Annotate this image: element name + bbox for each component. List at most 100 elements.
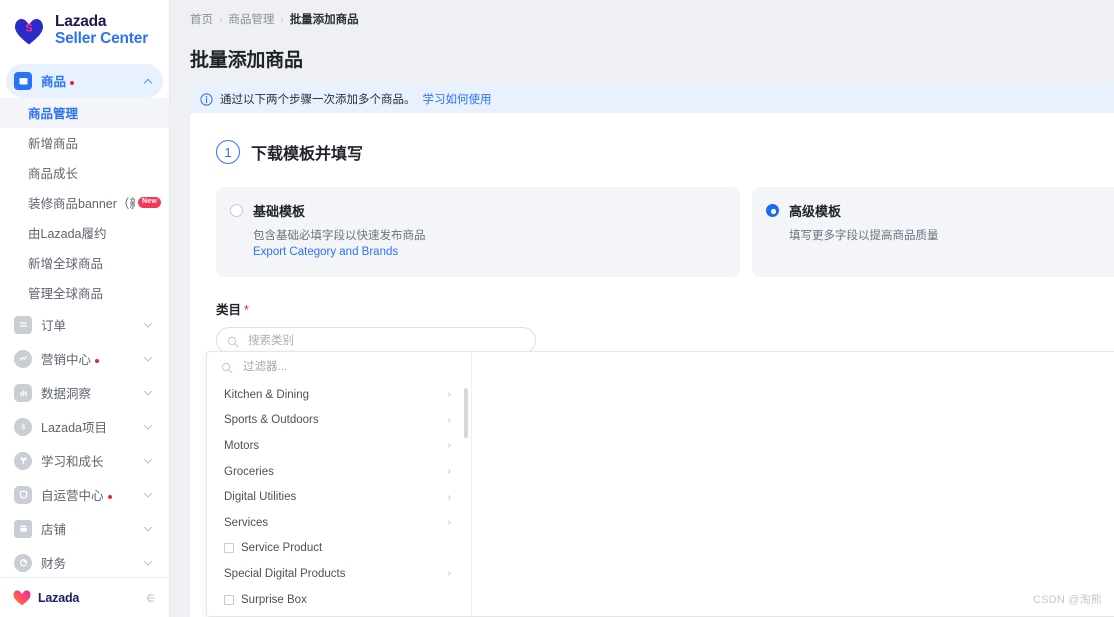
category-column-1: Kitchen & Dining›Sports & Outdoors›Motor…: [207, 352, 472, 616]
category-item-2[interactable]: Sports & Outdoors ›: [207, 408, 471, 434]
chevron-right-icon: ›: [447, 389, 451, 401]
category-search-input[interactable]: [246, 333, 525, 348]
sidebar-group-label: 商品: [41, 71, 143, 90]
chevron-down-icon[interactable]: [143, 388, 153, 398]
chevron-down-icon[interactable]: [143, 354, 153, 364]
template-card-2[interactable]: 高级模板 填写更多字段以提高商品质量: [752, 187, 1114, 277]
sidebar-group-label: 财务: [41, 557, 67, 572]
brand-logo[interactable]: S Lazada Seller Center: [0, 0, 169, 62]
category-item-1[interactable]: Kitchen & Dining ›: [207, 382, 471, 408]
sidebar-group-2[interactable]: 订单: [6, 308, 163, 342]
sidebar-group-7[interactable]: 自运营中心: [6, 478, 163, 512]
chevron-down-icon[interactable]: [143, 320, 153, 330]
category-item-label: Special Digital Products: [224, 567, 346, 580]
category-label-text: 类目: [216, 303, 242, 317]
category-item-4[interactable]: Groceries ›: [207, 459, 471, 485]
template-card-1[interactable]: 基础模板 包含基础必填字段以快速发布商品 Export Category and B…: [216, 187, 740, 277]
template-radio-2[interactable]: [766, 204, 779, 217]
analytics-icon: [14, 383, 32, 402]
breadcrumb-item-1[interactable]: 首页: [190, 11, 213, 27]
category-filter-box[interactable]: [207, 352, 471, 382]
sidebar-nav: 商品商品管理新增商品商品成长装修商品banner（新版…New 由Lazada履约…: [0, 62, 169, 577]
dollar-icon: $: [14, 417, 32, 436]
orders-icon: [14, 315, 32, 334]
search-icon: [227, 335, 239, 348]
info-banner: 通过以下两个步骤一次添加多个商品。 学习如何使用: [190, 84, 1114, 115]
sidebar-footer: Lazada: [0, 577, 169, 617]
svg-text:S: S: [25, 22, 32, 34]
category-item-3[interactable]: Motors ›: [207, 433, 471, 459]
sidebar-group-1[interactable]: 商品: [6, 63, 163, 98]
chevron-down-icon[interactable]: [143, 558, 153, 568]
finance-icon: [14, 553, 32, 572]
sidebar-item-label: 商品管理: [28, 107, 79, 122]
sidebar-item-1-2[interactable]: 新增商品: [0, 128, 169, 158]
category-item-6[interactable]: Services ›: [207, 510, 471, 536]
sidebar-group-6[interactable]: 学习和成长: [6, 444, 163, 478]
template-radio-1[interactable]: [230, 204, 243, 217]
category-item-8[interactable]: Special Digital Products ›: [207, 561, 471, 587]
chevron-right-icon: ›: [447, 440, 451, 452]
breadcrumb-item-2[interactable]: 商品管理: [228, 11, 274, 27]
sidebar-item-label: 由Lazada履约: [28, 227, 107, 242]
sidebar-item-1-7[interactable]: 管理全球商品: [0, 278, 169, 308]
category-field-label: 类目 *: [190, 277, 1114, 318]
chevron-down-icon[interactable]: [143, 524, 153, 534]
sidebar-item-1-1[interactable]: 商品管理: [0, 97, 169, 128]
checkbox-icon[interactable]: [224, 594, 234, 605]
breadcrumb-separator: ›: [219, 13, 223, 25]
sidebar-group-5[interactable]: $ Lazada项目: [6, 410, 163, 444]
category-dropdown-panel: Kitchen & Dining›Sports & Outdoors›Motor…: [206, 351, 1114, 617]
watermark: CSDN @淘熊: [1033, 594, 1102, 606]
checkbox-icon[interactable]: [224, 543, 234, 554]
sidebar-item-label: 装修商品banner（新版…: [28, 197, 135, 212]
category-item-7[interactable]: Service Product: [207, 536, 471, 562]
required-asterisk: *: [244, 303, 249, 317]
category-item-label: Service Product: [241, 542, 323, 555]
bag-icon: [14, 71, 32, 90]
lazada-heart-icon: [12, 589, 32, 606]
category-filter-input[interactable]: [241, 360, 457, 374]
sidebar-group-8[interactable]: 店铺: [6, 512, 163, 546]
sidebar-group-4[interactable]: 数据洞察: [6, 376, 163, 410]
info-banner-text: 通过以下两个步骤一次添加多个商品。: [220, 94, 416, 107]
category-item-5[interactable]: Digital Utilities ›: [207, 484, 471, 510]
chevron-down-icon[interactable]: [143, 456, 153, 466]
info-banner-link[interactable]: 学习如何使用: [423, 91, 492, 107]
content-panel: 1 下载模板并填写 基础模板 包含基础必填字段以快速发布商品 Export Cate…: [190, 113, 1114, 617]
category-item-label: Surprise Box: [241, 593, 307, 606]
chevron-right-icon: ›: [447, 568, 451, 580]
export-category-brands-link[interactable]: Export Category and Brands: [230, 246, 724, 258]
brand-line-2: Seller Center: [55, 29, 149, 47]
sidebar-group-label: 学习和成长: [41, 455, 104, 470]
lazada-heart-icon: S: [12, 16, 46, 46]
sidebar-item-1-5[interactable]: 由Lazada履约: [0, 218, 169, 248]
chevron-down-icon[interactable]: [143, 490, 153, 500]
page-title: 批量添加商品: [190, 49, 303, 71]
category-item-label: Digital Utilities: [224, 491, 297, 504]
shield-icon: [14, 485, 32, 504]
chevron-right-icon: ›: [447, 517, 451, 529]
main-content: 首页 › 商品管理 › 批量添加商品 批量添加商品 通过以下两个步骤一次添加多个商品。 …: [170, 0, 1114, 617]
notification-dot: [107, 494, 112, 499]
growth-icon: [14, 451, 32, 470]
chevron-down-icon[interactable]: [143, 422, 153, 432]
chevron-right-icon: ›: [447, 466, 451, 478]
sidebar-item-label: 新增全球商品: [28, 257, 104, 272]
chevron-up-icon[interactable]: [143, 76, 153, 86]
sidebar-group-9[interactable]: 财务: [6, 546, 163, 577]
category-list-scrollbar[interactable]: [464, 388, 468, 438]
sidebar-group-3[interactable]: 营销中心: [6, 342, 163, 376]
sidebar-item-1-3[interactable]: 商品成长: [0, 158, 169, 188]
category-item-9[interactable]: Surprise Box: [207, 587, 471, 613]
sidebar-item-1-6[interactable]: 新增全球商品: [0, 248, 169, 278]
new-badge: New: [138, 197, 161, 209]
collapse-sidebar-icon[interactable]: [141, 590, 157, 606]
sidebar-group-label: 自运营中心: [41, 485, 143, 504]
sidebar-item-label: 管理全球商品: [28, 287, 104, 302]
category-search-box[interactable]: [216, 327, 536, 354]
category-item-label: Sports & Outdoors: [224, 414, 319, 427]
sidebar-item-1-4[interactable]: 装修商品banner（新版…New: [0, 188, 169, 218]
store-icon: [14, 519, 32, 538]
category-item-label: Groceries: [224, 465, 274, 478]
